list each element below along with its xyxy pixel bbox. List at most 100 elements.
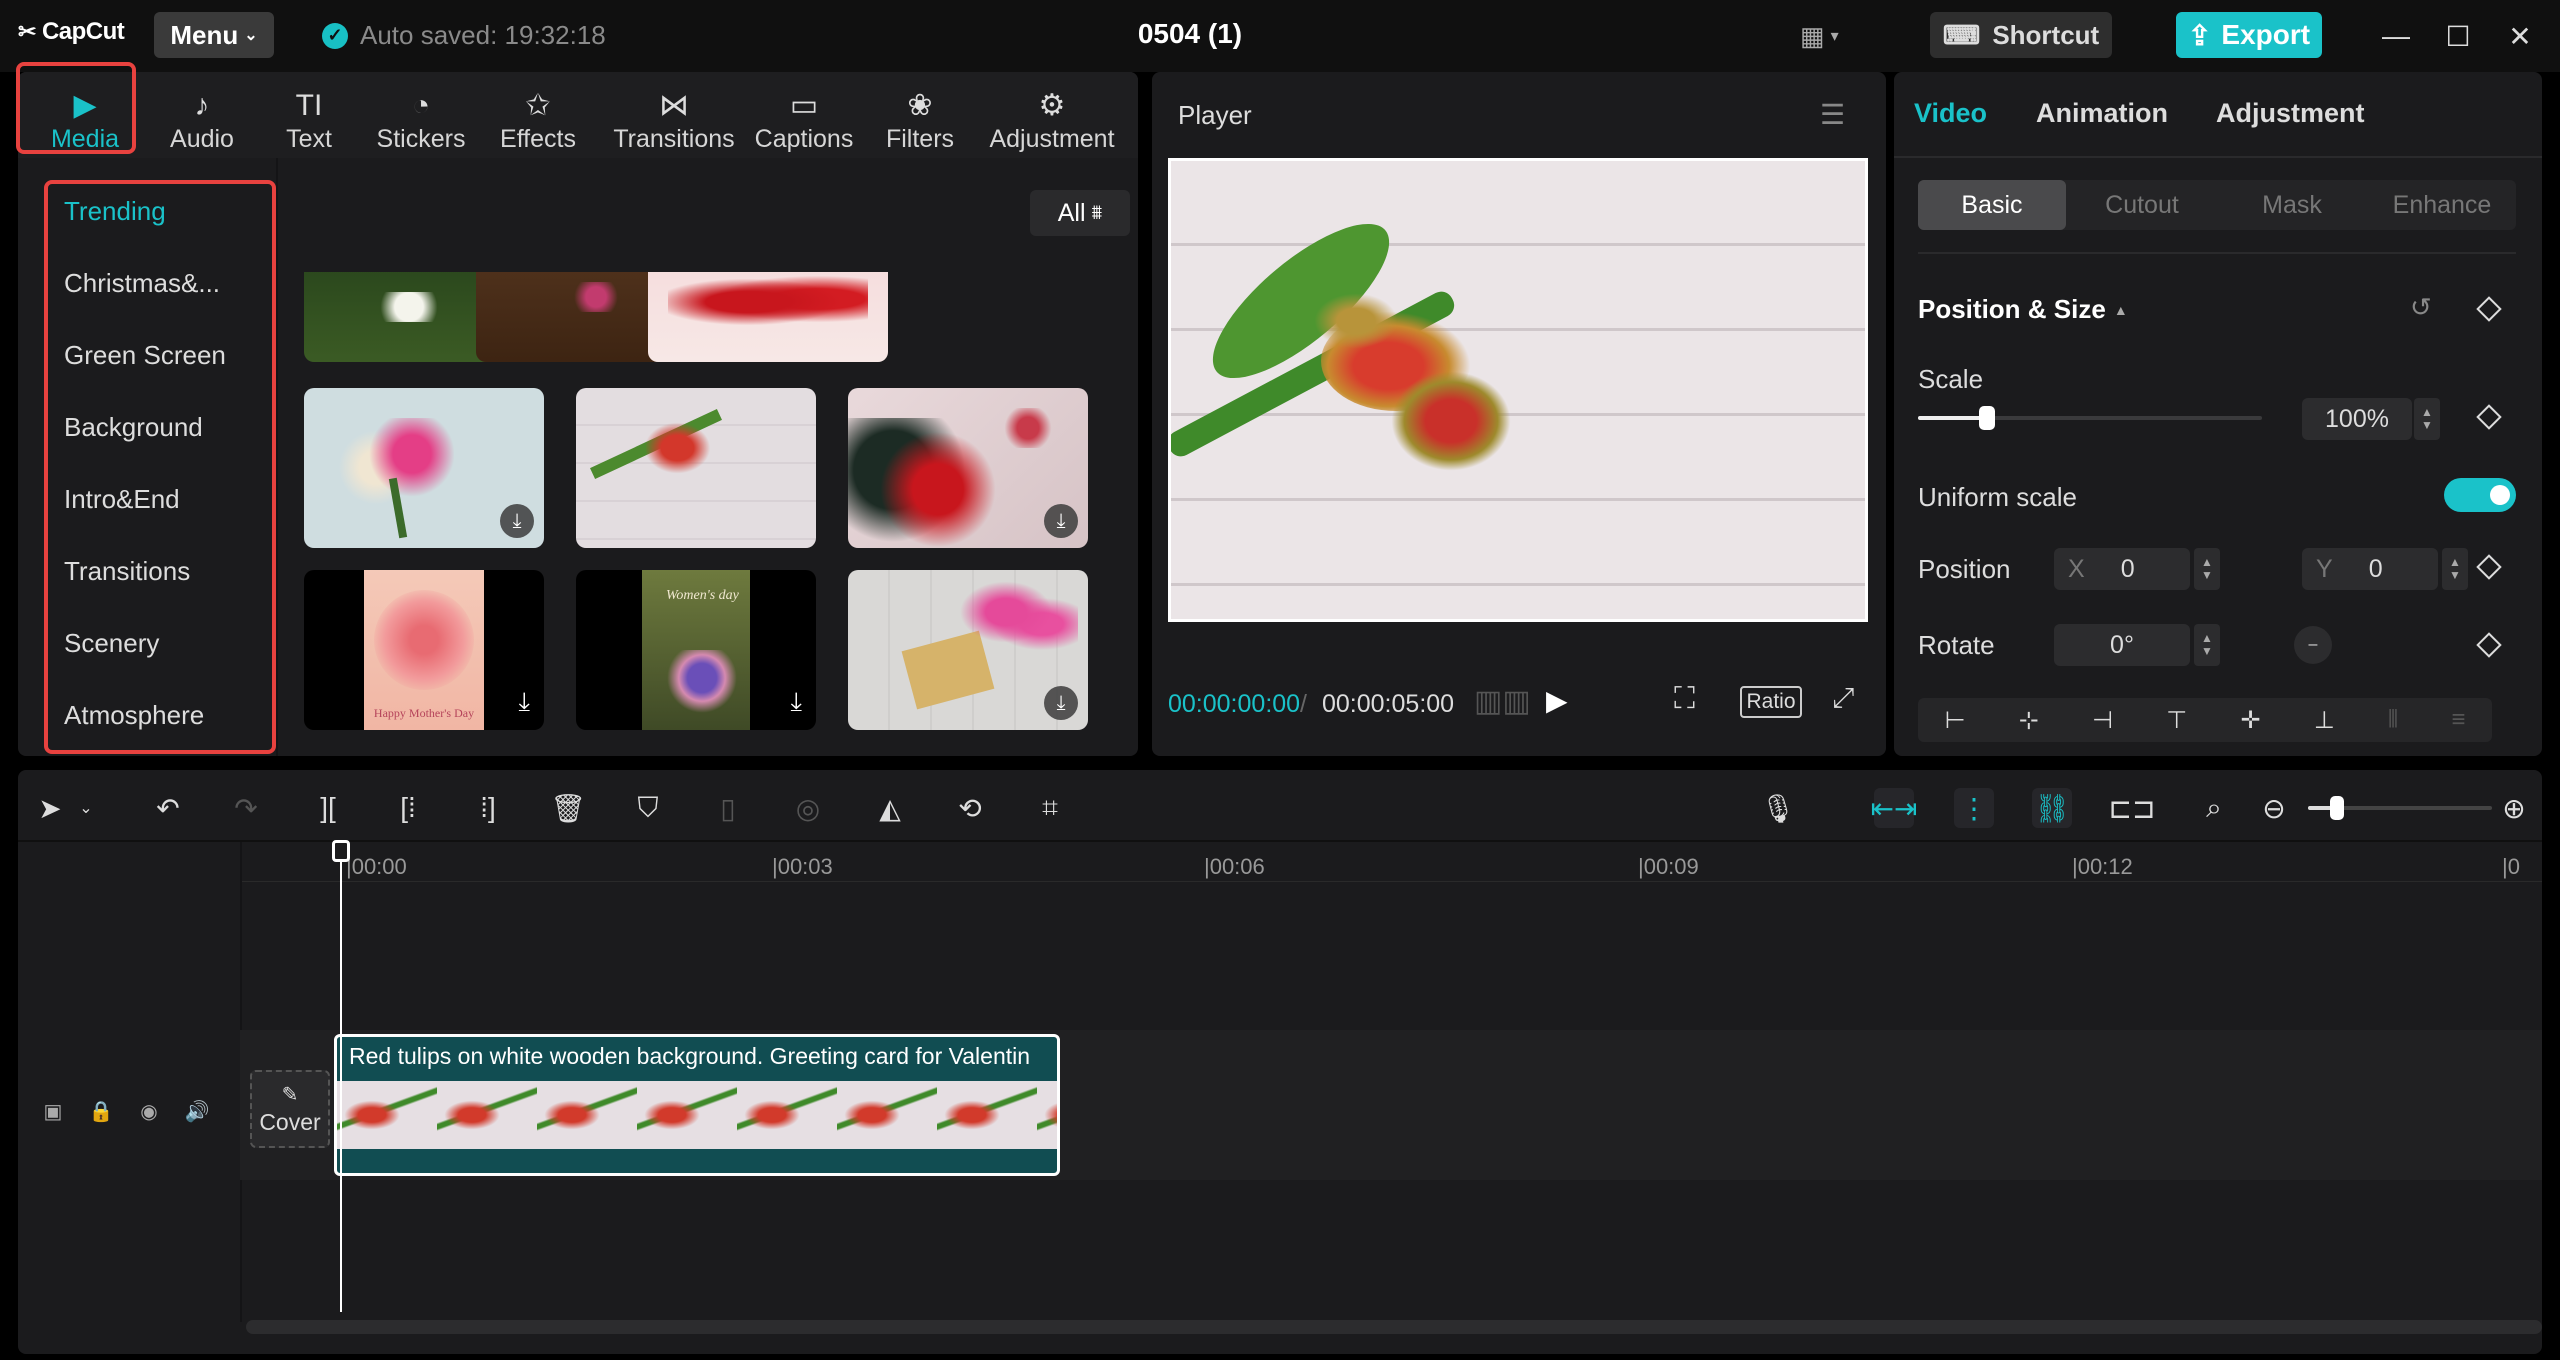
project-title[interactable]: 0504 (1) bbox=[1110, 18, 1270, 50]
close-button[interactable]: ✕ bbox=[2500, 16, 2540, 56]
tab-video[interactable]: Video bbox=[1914, 98, 1987, 129]
track-video-toggle[interactable]: ▣ bbox=[38, 1096, 68, 1126]
split-right-button[interactable]: ⁞] bbox=[468, 788, 508, 828]
redo-button[interactable]: ↷ bbox=[226, 788, 266, 828]
position-y-stepper[interactable]: ▲ ▼ bbox=[2442, 548, 2468, 590]
crop-button[interactable]: ⌗ bbox=[1030, 788, 1070, 828]
download-icon[interactable]: ⤓ bbox=[500, 504, 534, 538]
zoom-slider-knob[interactable] bbox=[2330, 796, 2344, 820]
undo-button[interactable]: ↶ bbox=[148, 788, 188, 828]
cover-button[interactable]: ✎ Cover bbox=[250, 1070, 330, 1148]
select-dropdown[interactable]: ⌄ bbox=[74, 788, 98, 828]
position-x-stepper[interactable]: ▲ ▼ bbox=[2194, 548, 2220, 590]
category-atmosphere[interactable]: Atmosphere bbox=[64, 700, 204, 731]
align-right-icon[interactable]: ⊣ bbox=[2092, 706, 2113, 735]
export-button[interactable]: ⇪ Export bbox=[2176, 12, 2322, 58]
keyframe-icon[interactable] bbox=[2476, 404, 2502, 430]
align-center-h-icon[interactable]: ⊹ bbox=[2019, 706, 2039, 735]
media-thumb-red-tulips[interactable] bbox=[576, 388, 816, 548]
tab-transitions[interactable]: ⋈ Transitions bbox=[596, 78, 752, 154]
category-green-screen[interactable]: Green Screen bbox=[64, 340, 226, 371]
rotate-button[interactable]: ⟲ bbox=[950, 788, 990, 828]
align-top-icon[interactable]: ⊤ bbox=[2166, 706, 2187, 735]
scale-slider-track[interactable] bbox=[1918, 406, 2262, 430]
category-transitions[interactable]: Transitions bbox=[64, 556, 190, 587]
section-header[interactable]: Position & Size ▲ bbox=[1918, 294, 2128, 325]
media-thumb-red-roses[interactable] bbox=[648, 272, 888, 362]
align-center-v-icon[interactable]: ✛ bbox=[2240, 706, 2260, 735]
subtab-enhance[interactable]: Enhance bbox=[2368, 180, 2516, 230]
media-thumb-roses-gift[interactable]: ⤓ bbox=[848, 388, 1088, 548]
tab-adjustment-props[interactable]: Adjustment bbox=[2216, 98, 2365, 129]
keyframe-icon[interactable] bbox=[2476, 632, 2502, 658]
tab-effects[interactable]: ✩ Effects bbox=[488, 78, 588, 154]
linkage-button[interactable]: ⛓ bbox=[2032, 788, 2072, 828]
play-button[interactable]: ▶ bbox=[1546, 684, 1568, 717]
download-icon[interactable]: ⤓ bbox=[1044, 504, 1078, 538]
media-thumb-tulips-gift[interactable]: ⤓ bbox=[848, 570, 1088, 730]
timeline-scrollbar[interactable] bbox=[246, 1320, 2542, 1334]
fit-frame-button[interactable]: ⛶ bbox=[1674, 682, 1695, 716]
align-bottom-icon[interactable]: ⊥ bbox=[2314, 706, 2335, 735]
download-icon[interactable]: ⤓ bbox=[1044, 686, 1078, 720]
main-track-magnet[interactable]: ⇤⇥ bbox=[1871, 788, 1917, 828]
playhead[interactable] bbox=[340, 842, 342, 1312]
position-y-input[interactable]: Y 0 bbox=[2302, 548, 2438, 590]
select-tool[interactable]: ➤ bbox=[30, 788, 70, 828]
mirror-button[interactable]: ◭ bbox=[870, 788, 910, 828]
delete-button[interactable]: 🗑 bbox=[548, 788, 588, 828]
layout-button[interactable]: ▦ ▾ bbox=[1800, 18, 1866, 54]
reverse-button[interactable]: ◎ bbox=[788, 788, 828, 828]
filter-button[interactable]: All ⩩ bbox=[1030, 190, 1130, 236]
category-intro-end[interactable]: Intro&End bbox=[64, 484, 180, 515]
scale-input[interactable]: 100% bbox=[2302, 398, 2412, 440]
position-x-input[interactable]: X 0 bbox=[2054, 548, 2190, 590]
tab-stickers[interactable]: ◔ Stickers bbox=[364, 78, 478, 154]
media-thumb-mothers-day[interactable]: Happy Mother's Day ⤓ bbox=[304, 570, 544, 730]
download-icon[interactable]: ⤓ bbox=[519, 686, 531, 718]
rotate-dial[interactable]: – bbox=[2294, 626, 2332, 664]
time-ruler[interactable]: |00:00 |00:03 |00:06 |00:09 |00:12 |0 bbox=[240, 842, 2542, 882]
category-scenery[interactable]: Scenery bbox=[64, 628, 159, 659]
subtab-cutout[interactable]: Cutout bbox=[2068, 180, 2216, 230]
maximize-button[interactable]: ☐ bbox=[2438, 16, 2478, 56]
category-christmas[interactable]: Christmas&... bbox=[64, 268, 220, 299]
track-audio[interactable]: 🔊 bbox=[182, 1096, 212, 1126]
keyframe-icon[interactable] bbox=[2476, 296, 2502, 322]
marker-button[interactable]: ⛉ bbox=[628, 788, 668, 828]
fullscreen-button[interactable]: ⤢ bbox=[1832, 682, 1854, 715]
menu-button[interactable]: Menu ⌄ bbox=[154, 12, 274, 58]
keyframe-icon[interactable] bbox=[2476, 554, 2502, 580]
distribute-h-icon[interactable]: ⫴ bbox=[2388, 706, 2398, 734]
tab-text[interactable]: TI Text bbox=[264, 78, 354, 154]
tab-filters[interactable]: ❀ Filters bbox=[870, 78, 970, 154]
tab-captions[interactable]: ▭ Captions bbox=[734, 78, 874, 154]
rotate-input[interactable]: 0° bbox=[2054, 624, 2190, 666]
category-trending[interactable]: Trending bbox=[64, 196, 166, 227]
record-button[interactable]: 🎙 bbox=[1758, 788, 1798, 828]
uniform-scale-toggle[interactable] bbox=[2444, 478, 2516, 512]
split-left-button[interactable]: [⁞ bbox=[388, 788, 428, 828]
reset-icon[interactable]: ↺ bbox=[2410, 292, 2432, 323]
track-visibility[interactable]: ◉ bbox=[134, 1096, 164, 1126]
media-thumb-womens-day[interactable]: Women's day ⤓ bbox=[576, 570, 816, 730]
track-lock[interactable]: 🔒 bbox=[86, 1096, 116, 1126]
minimize-button[interactable]: — bbox=[2376, 16, 2416, 56]
subtab-mask[interactable]: Mask bbox=[2218, 180, 2366, 230]
scale-stepper[interactable]: ▲ ▼ bbox=[2414, 398, 2440, 440]
category-background[interactable]: Background bbox=[64, 412, 203, 443]
zoom-in-button[interactable]: ⊕ bbox=[2494, 788, 2534, 828]
split-button[interactable]: ][ bbox=[308, 788, 348, 828]
waveform-icon[interactable]: ▥▥ bbox=[1474, 684, 1531, 719]
auto-snap[interactable]: ⋮ bbox=[1954, 788, 1994, 828]
video-preview[interactable] bbox=[1168, 158, 1868, 622]
tab-animation[interactable]: Animation bbox=[2036, 98, 2168, 129]
ratio-button[interactable]: Ratio bbox=[1740, 686, 1802, 718]
subtab-basic[interactable]: Basic bbox=[1918, 180, 2066, 230]
tab-audio[interactable]: ♪ Audio bbox=[152, 78, 252, 154]
media-thumb-pink-rose[interactable]: ⤓ bbox=[304, 388, 544, 548]
rotate-stepper[interactable]: ▲ ▼ bbox=[2194, 624, 2220, 666]
playhead-handle[interactable] bbox=[332, 840, 350, 862]
zoom-fit-button[interactable]: ⌕ bbox=[2194, 788, 2234, 828]
player-menu-icon[interactable]: ☰ bbox=[1820, 98, 1845, 131]
